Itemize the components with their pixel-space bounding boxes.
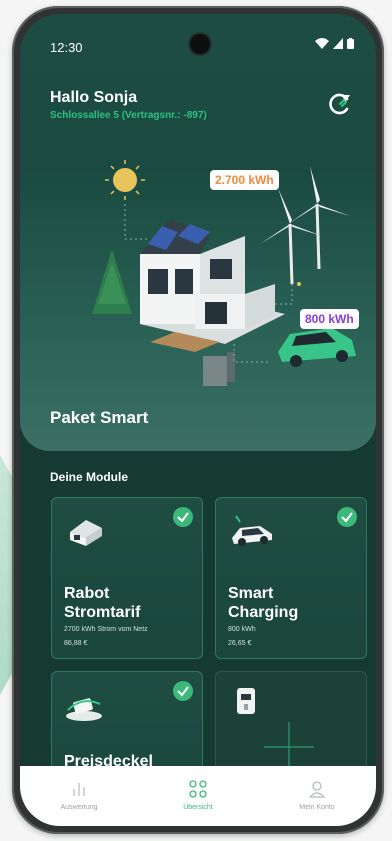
wifi-icon	[315, 38, 329, 49]
tab-uebersicht[interactable]: Übersicht	[139, 766, 257, 826]
house-icon	[70, 520, 102, 546]
check-icon	[337, 507, 357, 527]
package-title: Paket Smart	[50, 408, 149, 427]
plug-icon[interactable]	[328, 92, 352, 116]
grid-icon	[189, 780, 207, 798]
bottom-tab-bar: Auswertung Übersicht Mein Konto	[20, 766, 376, 826]
electric-car-icon	[278, 328, 356, 367]
card-subtitle: 800 kWh	[228, 626, 256, 633]
status-time: 12:30	[50, 40, 83, 55]
tab-auswertung[interactable]: Auswertung	[20, 766, 138, 826]
card-subtitle: 2700 kWh Strom vom Netz	[64, 626, 148, 633]
check-icon	[173, 681, 193, 701]
tab-label: Auswertung	[60, 804, 98, 811]
tab-label: Übersicht	[183, 804, 213, 811]
meter-icon	[237, 688, 255, 714]
check-icon	[173, 507, 193, 527]
card-title: Smart	[228, 585, 274, 602]
card-price: 26,65 €	[228, 640, 252, 647]
camera-icon	[190, 34, 210, 54]
tab-label: Mein Konto	[299, 804, 335, 811]
card-title: Rabot	[64, 585, 110, 602]
sun-icon	[105, 160, 145, 200]
car-icon	[232, 515, 272, 546]
modules-title: Deine Module	[50, 470, 129, 484]
energy-house-illustration	[92, 160, 356, 386]
plus-icon	[264, 722, 314, 772]
card-title: Charging	[228, 604, 299, 621]
battery-storage-icon	[203, 352, 235, 386]
car-energy-badge: 800 kWh	[300, 309, 359, 329]
app-screen: 12:30 Hallo Sonja Schlossallee 5 (Vertra…	[20, 14, 376, 826]
tree-icon	[92, 249, 132, 314]
energy-badge: 2.700 kWh	[210, 170, 279, 190]
tab-mein-konto[interactable]: Mein Konto	[258, 766, 376, 826]
price-cap-icon	[66, 698, 102, 721]
phone-frame: 12:30 Hallo Sonja Schlossallee 5 (Vertra…	[12, 6, 384, 834]
user-icon	[308, 781, 326, 798]
house-icon	[140, 219, 285, 352]
bar-chart-icon	[73, 783, 85, 796]
card-title: Stromtarif	[64, 604, 141, 621]
module-card-smart-charging[interactable]: Smart Charging 800 kWh 26,65 €	[215, 497, 367, 659]
card-price: 86,88 €	[64, 640, 88, 647]
battery-icon	[347, 38, 354, 49]
address-line: Schlossallee 5 (Vertragsnr.: -897)	[50, 110, 207, 121]
status-icons	[315, 38, 354, 49]
module-card-stromtarif[interactable]: Rabot Stromtarif 2700 kWh Strom vom Netz…	[51, 497, 203, 659]
greeting: Hallo Sonja	[50, 89, 138, 106]
signal-icon	[333, 38, 343, 49]
